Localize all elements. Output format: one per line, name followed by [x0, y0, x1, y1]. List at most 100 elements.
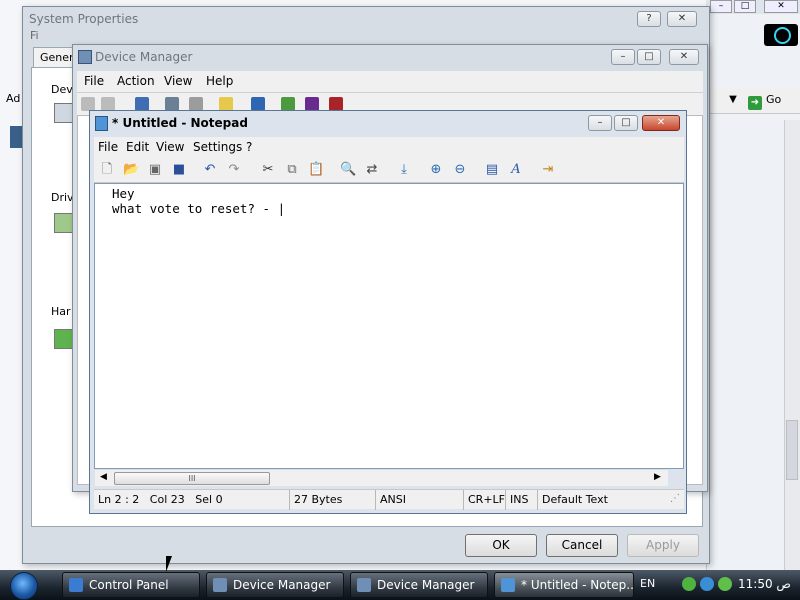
- notepad-status-bar: Ln 2 : 2 Col 23 Sel 0 27 Bytes ANSI CR+L…: [94, 489, 684, 510]
- device-manager-icon: [54, 103, 74, 123]
- control-panel-icon: [69, 578, 83, 592]
- devmgr-close-icon[interactable]: ✕: [669, 49, 699, 65]
- notepad-maximize-icon[interactable]: □: [614, 115, 638, 131]
- copy-icon[interactable]: ⧉: [284, 162, 300, 178]
- notepad-menu-file[interactable]: File: [98, 140, 118, 154]
- tray-network-icon[interactable]: [682, 577, 696, 591]
- exit-icon[interactable]: ⇥: [540, 162, 556, 178]
- section-hardware-label: Har: [51, 305, 71, 318]
- language-indicator[interactable]: EN: [640, 577, 655, 590]
- notepad-text-area[interactable]: Hey what vote to reset? - |: [94, 183, 684, 469]
- properties-icon[interactable]: [135, 97, 149, 111]
- disable-icon[interactable]: [305, 97, 319, 111]
- tray-volume-icon[interactable]: [700, 577, 714, 591]
- notepad-menu-view[interactable]: View: [156, 140, 184, 154]
- status-scheme: Default Text: [542, 493, 608, 506]
- notepad-menubar: File Edit View Settings ?: [94, 137, 684, 157]
- device-manager-task-icon: [357, 578, 371, 592]
- taskbar-item-device-manager-1[interactable]: Device Manager: [206, 572, 344, 598]
- sysprop-close-icon[interactable]: ✕: [667, 11, 697, 27]
- devmgr-menu-file[interactable]: File: [84, 74, 104, 88]
- browse-icon[interactable]: ▣: [147, 162, 163, 178]
- devmgr-menu-help[interactable]: Help: [206, 74, 233, 88]
- notepad-menu-settings[interactable]: Settings: [193, 140, 242, 154]
- tray-security-icon[interactable]: [718, 577, 732, 591]
- devmgr-maximize-icon[interactable]: □: [637, 49, 661, 65]
- save-icon[interactable]: ■: [171, 162, 187, 178]
- goto-icon[interactable]: ⤓: [396, 162, 412, 178]
- explorer-minimize-icon[interactable]: –: [710, 0, 732, 13]
- notepad-app-icon: [95, 116, 108, 131]
- notepad-task-icon: [501, 578, 515, 592]
- devmgr-menu-action[interactable]: Action: [117, 74, 155, 88]
- cut-icon[interactable]: ✂: [260, 162, 276, 178]
- notepad-minimize-icon[interactable]: –: [588, 115, 612, 131]
- notepad-menu-edit[interactable]: Edit: [126, 140, 149, 154]
- taskbar-item-control-panel[interactable]: Control Panel: [62, 572, 200, 598]
- cancel-button[interactable]: Cancel: [546, 534, 618, 557]
- devmgr-minimize-icon[interactable]: –: [611, 49, 635, 65]
- explorer-scrollbar[interactable]: [784, 120, 800, 570]
- undo-icon[interactable]: ↶: [202, 162, 218, 178]
- update-driver-icon[interactable]: [281, 97, 295, 111]
- go-button[interactable]: ➜ Go: [748, 91, 794, 110]
- explorer-side-icon: [10, 126, 22, 148]
- explorer-scroll-thumb[interactable]: [786, 420, 798, 480]
- taskbar-item-device-manager-2[interactable]: Device Manager: [350, 572, 488, 598]
- notepad-horizontal-scrollbar[interactable]: ◀ III ▶: [95, 469, 668, 486]
- browser-logo-icon: [764, 24, 798, 46]
- explorer-title-controls: – □ ✕: [706, 0, 800, 14]
- go-arrow-icon: ➜: [748, 96, 762, 110]
- uninstall-icon[interactable]: [329, 97, 343, 111]
- explorer-address-label: Ad: [6, 92, 21, 105]
- open-folder-icon[interactable]: 📂: [123, 162, 139, 178]
- hardware-profiles-icon: [54, 329, 74, 349]
- devmgr-menu-view[interactable]: View: [164, 74, 192, 88]
- explorer-close-icon[interactable]: ✕: [764, 0, 798, 13]
- status-encoding: ANSI: [376, 490, 464, 510]
- explorer-maximize-icon[interactable]: □: [734, 0, 756, 13]
- taskbar: Control Panel Device Manager Device Mana…: [0, 570, 800, 600]
- status-mode: INS: [506, 490, 538, 510]
- device-manager-menubar: File Action View Help: [77, 71, 703, 93]
- clock[interactable]: 11:50 ص: [738, 577, 791, 591]
- help-icon[interactable]: ?: [637, 11, 661, 27]
- address-dropdown-icon[interactable]: ▼: [724, 91, 742, 109]
- resize-grip-icon[interactable]: ⋰: [670, 493, 680, 504]
- device-manager-app-icon: [78, 50, 92, 64]
- sysprop-menu-file[interactable]: Fi: [26, 27, 66, 45]
- back-icon[interactable]: [81, 97, 95, 111]
- section-device-manager-label: Dev: [51, 83, 73, 96]
- scheme-icon[interactable]: ▤: [484, 162, 500, 178]
- replace-icon[interactable]: ⇄: [364, 162, 380, 178]
- status-line-ending: CR+LF: [464, 490, 506, 510]
- scroll-thumb[interactable]: III: [114, 472, 270, 485]
- forward-icon[interactable]: [101, 97, 115, 111]
- tree-icon[interactable]: [165, 97, 179, 111]
- font-icon[interactable]: A: [508, 162, 524, 178]
- taskbar-item-notepad[interactable]: * Untitled - Notep...: [494, 572, 634, 598]
- start-button[interactable]: [2, 571, 46, 600]
- new-file-icon[interactable]: 🗋: [99, 162, 115, 178]
- print-icon[interactable]: [189, 97, 203, 111]
- redo-icon[interactable]: ↷: [226, 162, 242, 178]
- help-toolbar-icon[interactable]: [219, 97, 233, 111]
- scan-icon[interactable]: [251, 97, 265, 111]
- paste-icon[interactable]: 📋: [308, 162, 324, 178]
- zoom-in-icon[interactable]: ⊕: [428, 162, 444, 178]
- scroll-right-icon[interactable]: ▶: [654, 472, 661, 482]
- section-drivers-label: Driv: [51, 191, 74, 204]
- system-properties-titlebar: System Properties: [29, 12, 139, 26]
- notepad-content: Hey what vote to reset? - |: [112, 186, 286, 216]
- drivers-icon: [54, 213, 74, 233]
- notepad-menu-help[interactable]: ?: [246, 140, 252, 154]
- notepad-close-icon[interactable]: ✕: [642, 115, 680, 131]
- scroll-left-icon[interactable]: ◀: [100, 472, 107, 482]
- apply-button[interactable]: Apply: [627, 534, 699, 557]
- windows-logo-icon: [10, 572, 38, 600]
- device-manager-task-icon: [213, 578, 227, 592]
- mouse-cursor-icon: [166, 556, 172, 572]
- ok-button[interactable]: OK: [465, 534, 537, 557]
- find-icon[interactable]: 🔍: [340, 162, 356, 178]
- zoom-out-icon[interactable]: ⊖: [452, 162, 468, 178]
